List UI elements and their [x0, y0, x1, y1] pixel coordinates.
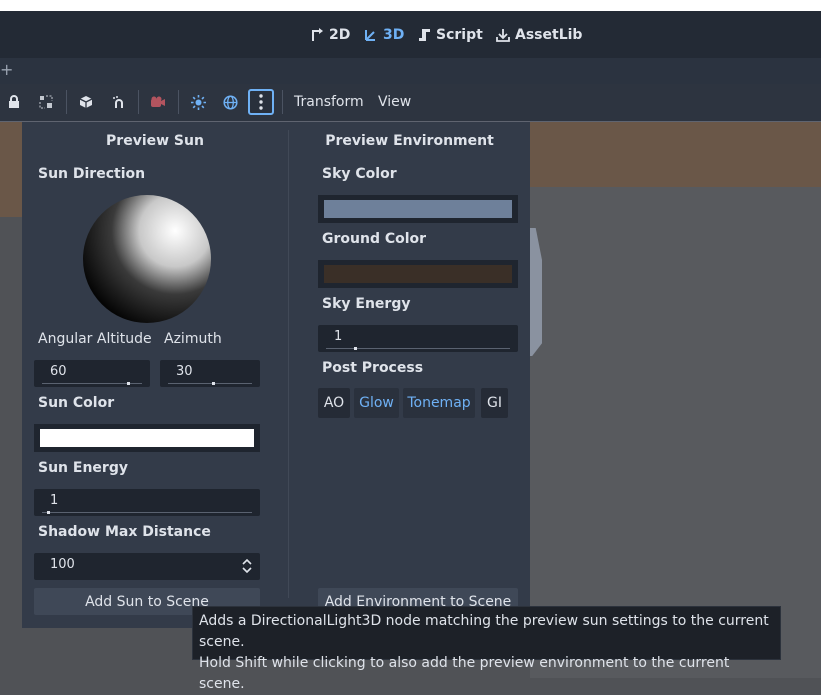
window-top-strip	[0, 0, 821, 11]
sun-direction-sphere[interactable]	[82, 194, 212, 324]
angular-altitude-value: 60	[50, 364, 67, 379]
azimuth-label: Azimuth	[164, 331, 222, 347]
script-icon	[419, 28, 430, 41]
workspace-2d-button[interactable]: 2D	[310, 11, 350, 58]
angular-altitude-spinbox[interactable]: 60	[34, 360, 150, 387]
sky-energy-grabber[interactable]	[354, 347, 358, 350]
sun-direction-label: Sun Direction	[38, 166, 146, 182]
preview-environment-toggle[interactable]	[217, 89, 243, 115]
azimuth-value: 30	[176, 364, 193, 379]
tooltip-line-2: Hold Shift while clicking to also add th…	[199, 655, 730, 692]
preview-environment-heading: Preview Environment	[325, 133, 494, 149]
main-toolbar	[0, 11, 821, 58]
view-menu[interactable]: View	[378, 94, 411, 110]
sun-color-swatch	[40, 429, 254, 447]
preview-sun-heading: Preview Sun	[106, 133, 204, 149]
sun-color-picker[interactable]	[34, 424, 260, 452]
ground-color-picker[interactable]	[318, 260, 518, 288]
sun-energy-spinbox[interactable]: 1	[34, 489, 260, 516]
lock-button[interactable]	[1, 89, 27, 115]
azimuth-grabber[interactable]	[212, 382, 216, 385]
panel-divider	[288, 130, 289, 598]
lock-icon	[9, 95, 19, 108]
angular-altitude-label: Angular Altitude	[38, 331, 152, 347]
sun-energy-grabber[interactable]	[47, 511, 51, 514]
sky-energy-label: Sky Energy	[322, 296, 411, 312]
camera-preview-button[interactable]	[145, 89, 171, 115]
workspace-3d-label: 3D	[383, 26, 405, 43]
workspace-3d-button[interactable]: 3D	[364, 11, 404, 58]
scene-tab-bar	[0, 58, 821, 84]
sun-energy-value: 1	[50, 493, 59, 508]
sky-color-swatch	[324, 200, 512, 218]
group-button[interactable]	[33, 89, 59, 115]
more-vertical-icon	[259, 94, 263, 110]
group-icon	[39, 95, 53, 109]
globe-icon	[222, 94, 238, 110]
post-process-label: Post Process	[322, 360, 424, 376]
ground-color-label: Ground Color	[322, 231, 427, 247]
sun-icon	[190, 94, 206, 110]
3d-workspace-icon	[365, 29, 375, 41]
toolbar-separator	[282, 90, 283, 114]
shadow-max-distance-value: 100	[50, 557, 75, 572]
shadow-max-distance-spinbox[interactable]: 100	[34, 553, 260, 580]
azimuth-track	[168, 383, 252, 384]
glow-toggle[interactable]: Glow	[354, 388, 399, 418]
film-icon	[151, 96, 165, 107]
sky-color-picker[interactable]	[318, 195, 518, 223]
assetlib-icon	[496, 28, 510, 42]
workspace-script-button[interactable]: Script	[418, 11, 483, 58]
ao-toggle[interactable]: AO	[318, 388, 350, 418]
gi-toggle[interactable]: GI	[481, 388, 508, 418]
sky-energy-spinbox[interactable]: 1	[318, 325, 518, 352]
toolbar-separator	[178, 90, 179, 114]
cube-button[interactable]	[73, 89, 99, 115]
preview-sun-toggle[interactable]	[185, 89, 211, 115]
add-tab-icon[interactable]: +	[0, 61, 13, 79]
workspace-assetlib-button[interactable]: AssetLib	[496, 11, 582, 58]
angular-altitude-grabber[interactable]	[127, 382, 130, 385]
2d-workspace-icon	[312, 27, 323, 41]
updown-arrows-icon[interactable]	[242, 559, 252, 573]
workspace-2d-label: 2D	[329, 26, 351, 43]
toolbar-separator	[138, 90, 139, 114]
azimuth-spinbox[interactable]: 30	[160, 360, 260, 387]
cube-icon	[79, 96, 93, 108]
viewport-left-wall	[0, 122, 22, 217]
transform-menu[interactable]: Transform	[294, 94, 364, 110]
sun-energy-track	[42, 512, 252, 513]
sun-energy-label: Sun Energy	[38, 460, 128, 476]
snap-icon	[113, 96, 123, 108]
tonemap-toggle[interactable]: Tonemap	[403, 388, 475, 418]
more-options-button[interactable]	[248, 89, 274, 115]
viewport-floor	[530, 187, 821, 678]
sun-color-label: Sun Color	[38, 395, 115, 411]
workspace-script-label: Script	[436, 26, 483, 43]
ground-color-swatch	[324, 265, 512, 283]
toolbar-separator	[66, 90, 67, 114]
snap-button[interactable]	[106, 89, 132, 115]
sky-energy-value: 1	[334, 329, 343, 344]
sky-color-label: Sky Color	[322, 166, 397, 182]
add-sun-tooltip: Adds a DirectionalLight3D node matching …	[192, 606, 781, 692]
shadow-max-distance-label: Shadow Max Distance	[38, 524, 211, 540]
workspace-assetlib-label: AssetLib	[515, 26, 583, 43]
viewport-background-wall	[530, 122, 821, 187]
tooltip-line-1: Adds a DirectionalLight3D node matching …	[199, 613, 769, 650]
